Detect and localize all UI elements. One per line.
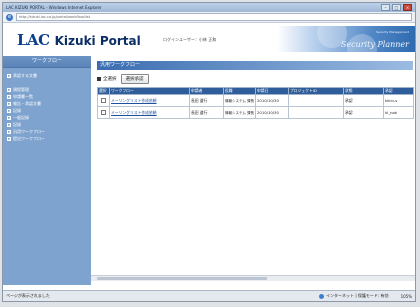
- portal-logo[interactable]: LAC Kizuki Portal: [17, 31, 141, 49]
- window-title: LAC KIZUKI PORTAL - Windows Internet Exp…: [6, 5, 102, 10]
- expand-icon: +: [7, 115, 12, 121]
- url-field[interactable]: http://kizuki.lac.co.jp/portal/workflow/…: [16, 13, 412, 21]
- column-header: 申請者: [189, 87, 224, 95]
- select-all[interactable]: 全選択: [97, 76, 117, 82]
- expand-icon: +: [7, 122, 12, 128]
- minimize-button[interactable]: –: [381, 4, 390, 11]
- address-bar: e http://kizuki.lac.co.jp/portal/workflo…: [3, 12, 415, 23]
- expand-icon: +: [7, 108, 12, 114]
- globe-icon: [319, 293, 325, 299]
- select-all-checkbox[interactable]: [97, 77, 101, 81]
- approval-cell: kl_nok: [383, 106, 414, 119]
- close-button[interactable]: ×: [403, 4, 412, 11]
- column-header: 承認: [383, 87, 414, 95]
- date-cell: 2010/10/30: [255, 94, 289, 107]
- scrollbar-thumb[interactable]: [97, 277, 267, 280]
- project-cell: [288, 94, 344, 107]
- expand-icon: +: [7, 129, 12, 135]
- expand-icon: +: [7, 73, 12, 79]
- sidebar-item[interactable]: + 報告・承認文書: [3, 100, 91, 107]
- status-bar: ページが表示されました インターネット | 保護モード: 有効 105%: [3, 290, 415, 301]
- user-info: ログインユーザー：小林 正和: [163, 37, 217, 42]
- window-controls: – □ ×: [381, 4, 412, 11]
- sidebar-item[interactable]: + 提出ワークフロー: [3, 135, 91, 142]
- table-row[interactable]: メーリングリスト作成依頼 長田 道行 情報システム 課長 2010/10/30 …: [97, 94, 414, 107]
- security-zone[interactable]: インターネット | 保護モード: 有効: [319, 293, 389, 299]
- column-header: プロジェクトID: [288, 87, 344, 95]
- workflow-table: 選択 ワークフロー 申請者 役職 申請日 プロジェクトID 状態 承認 メーリン…: [97, 87, 414, 119]
- row-checkbox[interactable]: [101, 98, 106, 103]
- column-header: ワークフロー: [109, 87, 190, 95]
- sidebar-item[interactable]: + 記録: [3, 121, 91, 128]
- column-header: 選択: [97, 87, 110, 95]
- expand-icon: +: [7, 136, 12, 142]
- approve-selected-button[interactable]: 選択承認: [120, 74, 149, 84]
- security-planner-banner: Security Management Security Planner: [277, 26, 415, 52]
- page-title: 汎用ワークフロー: [97, 61, 413, 70]
- column-header: 状態: [343, 87, 384, 95]
- lac-logo: LAC: [17, 30, 50, 49]
- sidebar-heading: ワークフロー: [3, 56, 91, 68]
- project-cell: [288, 106, 344, 119]
- zoom-level[interactable]: 105%: [401, 294, 412, 299]
- portal-name: Kizuki Portal: [54, 33, 141, 48]
- expand-icon: +: [7, 101, 12, 107]
- ie-logo-icon: e: [6, 13, 13, 21]
- workflow-link[interactable]: メーリングリスト作成依頼: [109, 94, 190, 107]
- row-checkbox[interactable]: [101, 110, 106, 115]
- row-select-cell[interactable]: [97, 106, 110, 119]
- workflow-link[interactable]: メーリングリスト作成依頼: [109, 106, 190, 119]
- sidebar-item[interactable]: + 承認する文書: [3, 72, 91, 79]
- row-select-cell[interactable]: [97, 94, 110, 107]
- main-content: 汎用ワークフロー 全選択 選択承認 選択 ワークフロー 申請者 役職 申請日 プ…: [91, 56, 415, 285]
- horizontal-scrollbar[interactable]: [91, 275, 415, 281]
- approval-cell: kikin-s: [383, 94, 414, 107]
- applicant-cell: 長田 道行: [189, 94, 224, 107]
- action-bar: 全選択 選択承認: [97, 74, 415, 84]
- title-bar: LAC KIZUKI PORTAL - Windows Internet Exp…: [3, 3, 415, 12]
- banner-title: Security Planner: [340, 40, 409, 49]
- date-cell: 2010/10/30: [255, 106, 289, 119]
- status-text: ページが表示されました: [6, 293, 50, 298]
- status-cell: 承認: [343, 106, 384, 119]
- sidebar: ワークフロー + 承認する文書 + 規程管理 + 申請書一覧 + 報告・承認文書 + 記録…: [3, 56, 91, 285]
- portal-header: LAC Kizuki Portal ログインユーザー：小林 正和 Securit…: [3, 23, 415, 56]
- banner-subtitle: Security Management: [375, 30, 409, 34]
- sidebar-item[interactable]: + 記録: [3, 107, 91, 114]
- expand-icon: +: [7, 94, 12, 100]
- sidebar-item-generic-workflow[interactable]: + 汎用ワークフロー: [3, 128, 91, 135]
- applicant-cell: 長田 道行: [189, 106, 224, 119]
- sidebar-item[interactable]: + 申請書一覧: [3, 93, 91, 100]
- status-cell: 承認: [343, 94, 384, 107]
- role-cell: 情報システム 課長: [223, 106, 256, 119]
- table-row[interactable]: メーリングリスト作成依頼 長田 道行 情報システム 課長 2010/10/30 …: [97, 106, 414, 119]
- table-header-row: 選択 ワークフロー 申請者 役職 申請日 プロジェクトID 状態 承認: [97, 87, 414, 95]
- role-cell: 情報システム 課長: [223, 94, 256, 107]
- column-header: 申請日: [255, 87, 289, 95]
- column-header: 役職: [223, 87, 256, 95]
- maximize-button[interactable]: □: [392, 4, 401, 11]
- sidebar-item[interactable]: + 一般記録: [3, 114, 91, 121]
- sidebar-item[interactable]: + 規程管理: [3, 86, 91, 93]
- browser-window: LAC KIZUKI PORTAL - Windows Internet Exp…: [2, 2, 416, 302]
- expand-icon: +: [7, 87, 12, 93]
